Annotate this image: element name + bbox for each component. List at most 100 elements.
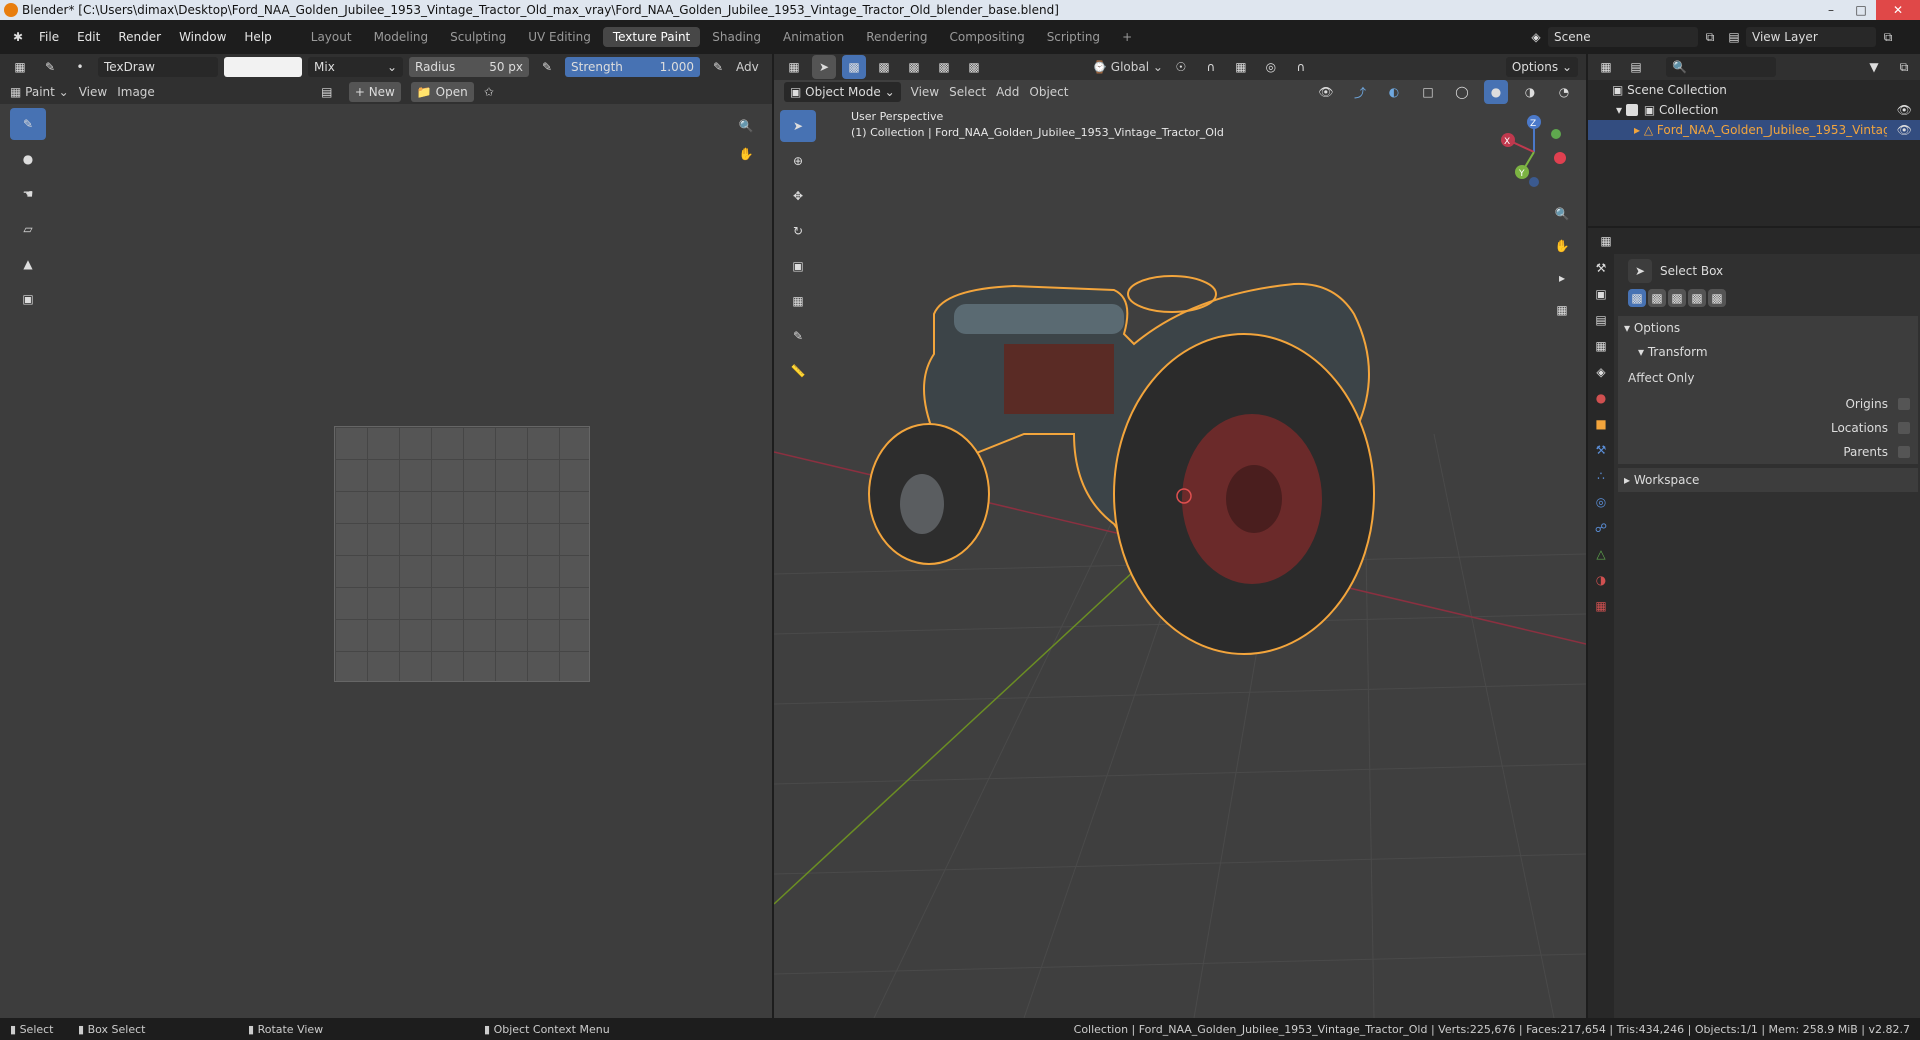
mode-invert-icon[interactable]: ▩ [1688, 289, 1706, 307]
new-image-button[interactable]: + New [348, 82, 401, 102]
options-section[interactable]: ▾ Options [1618, 316, 1918, 340]
texture-tab-icon[interactable]: ▦ [1589, 594, 1613, 618]
new-collection-icon[interactable]: ⧉ [1892, 55, 1916, 79]
menu-file[interactable]: File [30, 30, 68, 44]
menu-window[interactable]: Window [170, 30, 235, 44]
zoom-icon[interactable]: 🔍 [1550, 202, 1574, 226]
viewport-menu-object[interactable]: Object [1029, 85, 1068, 99]
brush-name-field[interactable]: TexDraw [98, 57, 218, 77]
object-tab-icon[interactable]: ■ [1589, 412, 1613, 436]
eye-icon[interactable]: 👁 [1897, 103, 1912, 117]
origins-checkbox[interactable] [1898, 398, 1910, 410]
image-canvas[interactable] [334, 426, 590, 682]
wireframe-shading-icon[interactable]: ◯ [1450, 80, 1474, 104]
close-icon[interactable]: ✕ [1876, 0, 1920, 20]
navigation-gizmo[interactable]: Z X Y [1494, 112, 1574, 192]
outliner-object[interactable]: ▸ △ Ford_NAA_Golden_Jubilee_1953_Vintage… [1588, 120, 1920, 140]
mask-tool-icon[interactable]: ▣ [10, 283, 46, 315]
output-tab-icon[interactable]: ▤ [1589, 308, 1613, 332]
strength-pressure-icon[interactable]: ✎ [706, 55, 730, 79]
viewport-3d[interactable]: ▦ ➤ ▩ ▩ ▩ ▩ ▩ ⌚ Global ⌄ ☉ ∩ ▦ ◎ ∩ Optio… [774, 54, 1586, 1018]
strength-slider[interactable]: Strength 1.000 [565, 57, 700, 77]
new-view-layer-icon[interactable]: ⧉ [1876, 25, 1900, 49]
mode-subtract-icon[interactable]: ▩ [1668, 289, 1686, 307]
select-mode-new-icon[interactable]: ▩ [842, 55, 866, 79]
parents-checkbox[interactable] [1898, 446, 1910, 458]
measure-icon[interactable]: 📏 [780, 355, 816, 387]
tab-shading[interactable]: Shading [702, 27, 771, 47]
select-mode-extend-icon[interactable]: ▩ [872, 55, 896, 79]
particles-tab-icon[interactable]: ∴ [1589, 464, 1613, 488]
properties-type-icon[interactable]: ▦ [1594, 229, 1618, 253]
orientation-menu[interactable]: ⌚ Global ⌄ [1092, 60, 1163, 74]
viewport-editor-type-icon[interactable]: ▦ [782, 55, 806, 79]
paint-mode-menu[interactable]: ▦ Paint ⌄ [10, 85, 69, 99]
data-tab-icon[interactable]: △ [1589, 542, 1613, 566]
camera-icon[interactable]: ▸ [1550, 266, 1574, 290]
soften-tool-icon[interactable]: ● [10, 143, 46, 175]
object-mode-select[interactable]: ▣ Object Mode ⌄ [784, 82, 901, 102]
filter-icon[interactable]: ▼ [1862, 55, 1886, 79]
brush-color-swatch[interactable] [224, 57, 302, 77]
viewport-menu-select[interactable]: Select [949, 85, 986, 99]
menu-edit[interactable]: Edit [68, 30, 109, 44]
snap-target-icon[interactable]: ▦ [1229, 55, 1253, 79]
transform-subsection[interactable]: ▾ Transform [1618, 340, 1918, 364]
view-menu[interactable]: View [79, 85, 107, 99]
ortho-grid-icon[interactable]: ▦ [1550, 298, 1574, 322]
material-shading-icon[interactable]: ◑ [1518, 80, 1542, 104]
pan-hand-icon[interactable]: ✋ [1550, 234, 1574, 258]
tractor-model[interactable] [868, 275, 1375, 655]
editor-type-icon[interactable]: ▦ [8, 55, 32, 79]
tab-sculpting[interactable]: Sculpting [440, 27, 516, 47]
snap-icon[interactable]: ∩ [1199, 55, 1223, 79]
draw-tool-icon[interactable]: ✎ [10, 108, 46, 140]
radius-slider[interactable]: Radius 50 px [409, 57, 529, 77]
brush-icon[interactable]: ✎ [38, 55, 62, 79]
view-layer-tab-icon[interactable]: ▦ [1589, 334, 1613, 358]
constraints-tab-icon[interactable]: ☍ [1589, 516, 1613, 540]
menu-render[interactable]: Render [109, 30, 170, 44]
overlay-icon[interactable]: ◐ [1382, 80, 1406, 104]
select-mode-invert-icon[interactable]: ▩ [932, 55, 956, 79]
menu-help[interactable]: Help [235, 30, 280, 44]
xray-icon[interactable]: □ [1416, 80, 1440, 104]
blend-mode-select[interactable]: Mix ⌄ [308, 57, 403, 77]
modifier-tab-icon[interactable]: ⚒ [1589, 438, 1613, 462]
cursor-icon[interactable]: ⊕ [780, 145, 816, 177]
select-mode-subtract-icon[interactable]: ▩ [902, 55, 926, 79]
tab-modeling[interactable]: Modeling [364, 27, 439, 47]
zoom-icon[interactable]: 🔍 [734, 114, 758, 138]
viewport-menu-add[interactable]: Add [996, 85, 1019, 99]
outliner-search-input[interactable]: 🔍 [1666, 57, 1776, 77]
move-icon[interactable]: ✥ [780, 180, 816, 212]
rotate-icon[interactable]: ↻ [780, 215, 816, 247]
locations-checkbox[interactable] [1898, 422, 1910, 434]
clone-tool-icon[interactable]: ▱ [10, 213, 46, 245]
expand-icon[interactable]: ▾ [1616, 103, 1626, 117]
select-box-icon[interactable]: ➤ [780, 110, 816, 142]
outliner-type-icon[interactable]: ▦ [1594, 55, 1618, 79]
blender-menu-icon[interactable]: ✱ [6, 25, 30, 49]
image-browse-icon[interactable]: ▤ [315, 80, 339, 104]
smear-tool-icon[interactable]: ☚ [10, 178, 46, 210]
display-mode-icon[interactable]: ▤ [1624, 55, 1648, 79]
pivot-icon[interactable]: ☉ [1169, 55, 1193, 79]
workspace-section[interactable]: ▸ Workspace [1618, 468, 1918, 492]
outliner-scene-collection[interactable]: ▣ Scene Collection [1588, 80, 1920, 100]
options-menu[interactable]: Options ⌄ [1505, 57, 1578, 77]
proportional-edit-icon[interactable]: ◎ [1259, 55, 1283, 79]
eye-icon[interactable]: 👁 [1897, 123, 1912, 137]
world-tab-icon[interactable]: ● [1589, 386, 1613, 410]
image-menu[interactable]: Image [117, 85, 155, 99]
open-image-button[interactable]: 📁 Open [410, 82, 474, 102]
pressure-icon[interactable]: ✎ [535, 55, 559, 79]
falloff-icon[interactable]: ∩ [1289, 55, 1313, 79]
scene-tab-icon[interactable]: ◈ [1589, 360, 1613, 384]
add-workspace-icon[interactable]: + [1112, 27, 1142, 47]
solid-shading-icon[interactable]: ● [1484, 80, 1508, 104]
tool-tab-icon[interactable]: ⚒ [1589, 256, 1613, 280]
advanced-menu[interactable]: Adv [736, 60, 759, 74]
mode-intersect-icon[interactable]: ▩ [1708, 289, 1726, 307]
mode-new-icon[interactable]: ▩ [1628, 289, 1646, 307]
